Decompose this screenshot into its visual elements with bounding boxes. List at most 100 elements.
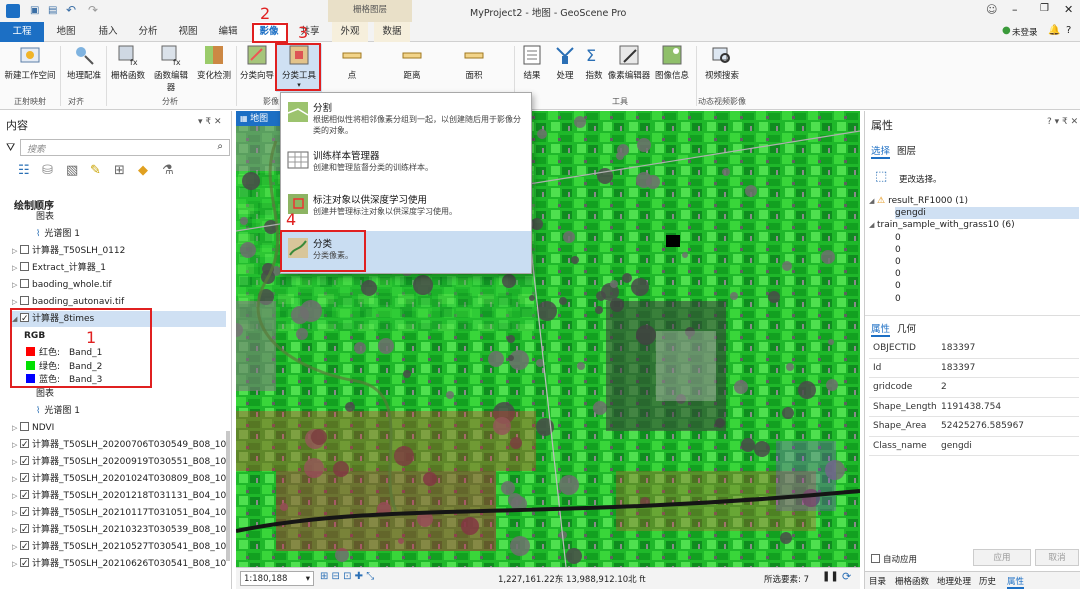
layer-item[interactable]: ▷计算器_T50SLH_20210626T030541_B08_10r xyxy=(12,556,226,572)
bottom-tab[interactable]: 地理处理 xyxy=(937,575,971,587)
change-selection-link[interactable]: 更改选择。 xyxy=(899,173,942,185)
apply-button[interactable]: 应用 xyxy=(973,549,1031,566)
results-button[interactable]: 结果 xyxy=(516,44,548,92)
close-button[interactable]: ✕ xyxy=(1064,3,1073,16)
layer-checkbox[interactable] xyxy=(20,556,29,572)
chart-item[interactable]: ⌇ 光谱图 1 xyxy=(36,226,80,242)
expand-icon[interactable]: ▷ xyxy=(12,454,20,470)
expand-icon[interactable]: ▷ xyxy=(12,471,20,487)
distance-button[interactable]: 距离 xyxy=(390,44,434,92)
attribute-row[interactable]: Shape_Area 52425276.585967 xyxy=(869,417,1079,437)
function-editor-button[interactable]: fx 函数编辑器 xyxy=(150,44,192,93)
layer-checkbox[interactable] xyxy=(20,505,29,521)
expand-icon[interactable]: ▷ xyxy=(12,522,20,538)
selection-tree-item[interactable]: ◢ ⚠ result_RF1000 (1) xyxy=(869,195,1079,207)
drawing-order-icon[interactable]: ☷ xyxy=(18,163,30,178)
selection-tree-item[interactable]: 0 xyxy=(895,293,1079,305)
search-input[interactable]: 搜索 ⌕ xyxy=(20,139,230,156)
selection-tree-item[interactable]: 0 xyxy=(895,244,1079,256)
layer-checkbox[interactable] xyxy=(20,279,29,288)
undo-icon[interactable]: ↶ xyxy=(66,3,76,17)
minimize-button[interactable]: – xyxy=(1012,3,1018,16)
layer-item[interactable]: ▷计算器_T50SLH_20210323T030539_B08_10r xyxy=(12,522,226,538)
area-button[interactable]: 面积 xyxy=(452,44,496,92)
layer-checkbox[interactable] xyxy=(20,296,29,305)
notification-icon[interactable]: ☺ xyxy=(986,3,997,16)
layer-item[interactable]: ▷ 计算器_T50SLH_0112 xyxy=(12,243,226,259)
new-workspace-button[interactable]: 新建工作空间 xyxy=(2,44,58,92)
selection-tree-item[interactable]: 0 xyxy=(895,280,1079,292)
layer-item[interactable]: ▷计算器_T50SLH_20210527T030541_B08_10r xyxy=(12,539,226,555)
expand-icon[interactable]: ◢ xyxy=(869,219,877,231)
selection-tree-item[interactable]: 0 xyxy=(895,268,1079,280)
charts-icon[interactable]: ⚗ xyxy=(162,163,174,178)
tab-data[interactable]: 数据 xyxy=(374,22,410,42)
user-label[interactable]: 未登录 xyxy=(1012,26,1038,38)
save-icon[interactable]: ▤ xyxy=(48,5,57,16)
expand-icon[interactable]: ▷ xyxy=(12,437,20,453)
tab-insert[interactable]: 插入 xyxy=(88,22,128,42)
process-button[interactable]: 处理 xyxy=(550,44,580,92)
point-button[interactable]: 点 xyxy=(330,44,374,92)
map-nav-icons[interactable]: ⊞ ⊟ ⊡ ✚ ⤡ xyxy=(320,571,374,582)
attribute-row[interactable]: Id 183397 xyxy=(869,359,1079,378)
layer-item[interactable]: ▷ baoding_whole.tif xyxy=(12,277,226,293)
layer-checkbox[interactable] xyxy=(20,437,29,453)
cancel-button[interactable]: 取消 xyxy=(1035,549,1079,566)
selection-tree-item[interactable]: 0 xyxy=(895,232,1079,244)
layer-checkbox[interactable] xyxy=(20,421,29,431)
tab-view[interactable]: 视图 xyxy=(170,22,206,42)
layer-item[interactable]: ▷计算器_T50SLH_20200706T030549_B08_10r xyxy=(12,437,226,453)
layer-item[interactable]: ▷计算器_T50SLH_20210117T031051_B04_10r xyxy=(12,505,226,521)
bottom-tab[interactable]: 目录 xyxy=(869,575,886,587)
attribute-row[interactable]: OBJECTID 183397 xyxy=(869,339,1079,359)
attribute-row[interactable]: Class_name gengdi xyxy=(869,437,1079,456)
layer-checkbox[interactable] xyxy=(20,454,29,470)
layer-item[interactable]: ▷计算器_T50SLH_20200919T030551_B08_10r xyxy=(12,454,226,470)
menu-item-label-objects[interactable]: 标注对象以供深度学习使用 创建并管理标注对象以供深度学习使用。 xyxy=(281,187,531,229)
selection-tree-item[interactable]: 0 xyxy=(895,256,1079,268)
auto-apply-checkbox[interactable]: 自动应用 xyxy=(871,553,917,565)
layer-checkbox[interactable] xyxy=(20,539,29,555)
tab-project[interactable]: 工程 xyxy=(0,22,44,42)
layer-checkbox[interactable] xyxy=(20,471,29,487)
redo-icon[interactable]: ↷ xyxy=(88,3,98,17)
expand-icon[interactable]: ▷ xyxy=(12,539,20,555)
bottom-tab[interactable]: 属性 xyxy=(1007,575,1025,589)
change-selection-icon[interactable]: ⬚ xyxy=(875,169,887,184)
maximize-button[interactable]: ❐ xyxy=(1040,3,1049,14)
chart-item[interactable]: ⌇ 光谱图 1 xyxy=(36,403,80,419)
menu-item-training-samples[interactable]: 训练样本管理器 创建和管理监督分类的训练样本。 xyxy=(281,143,531,185)
expand-icon[interactable]: ▷ xyxy=(12,556,20,572)
snapping-icon[interactable]: ⊞ xyxy=(114,163,125,178)
open-icon[interactable]: ▣ xyxy=(30,5,39,16)
data-source-icon[interactable]: ⛁ xyxy=(42,163,53,178)
bell-icon[interactable]: 🔔 xyxy=(1048,25,1060,36)
bottom-tab[interactable]: 栅格函数 xyxy=(895,575,929,587)
pixel-editor-button[interactable]: 像素编辑器 xyxy=(606,44,652,92)
layer-checkbox[interactable] xyxy=(20,262,29,271)
bottom-tab[interactable]: 历史 xyxy=(979,575,996,587)
expand-icon[interactable]: ▷ xyxy=(12,260,20,276)
classify-wizard-button[interactable]: 分类向导 xyxy=(238,44,276,92)
left-scrollbar[interactable] xyxy=(226,431,230,561)
filter-icon[interactable]: ⛛ xyxy=(6,141,15,155)
tab-map[interactable]: 地图 xyxy=(48,22,84,42)
layer-checkbox[interactable] xyxy=(20,488,29,504)
edit-icon[interactable]: ✎ xyxy=(90,163,101,178)
layer-item[interactable]: ▷计算器_T50SLH_20201218T031131_B04_10r xyxy=(12,488,226,504)
index-button[interactable]: Σ 指数 xyxy=(580,44,608,92)
selection-icon[interactable]: ▧ xyxy=(66,163,78,178)
tab-geometry[interactable]: 几何 xyxy=(897,321,916,335)
tab-appearance[interactable]: 外观 xyxy=(332,22,368,42)
tab-layer[interactable]: 图层 xyxy=(897,143,916,157)
menu-item-segmentation[interactable]: 分割 根据相似性将相邻像素分组到一起，以创建随后用于影像分类的对象。 xyxy=(281,95,531,137)
help-button[interactable]: ? xyxy=(1066,25,1071,36)
selection-tree-item[interactable]: ◢ train_sample_with_grass10 (6) xyxy=(869,219,1079,231)
refresh-icon[interactable]: ⟳ xyxy=(842,570,851,583)
georeference-button[interactable]: 地理配准 xyxy=(62,44,106,92)
pane-options[interactable]: ? ▾ ₹ ✕ xyxy=(1047,117,1078,127)
layer-checkbox[interactable] xyxy=(20,245,29,254)
expand-icon[interactable]: ▷ xyxy=(12,505,20,521)
raster-function-button[interactable]: fx 栅格函数 xyxy=(108,44,148,92)
